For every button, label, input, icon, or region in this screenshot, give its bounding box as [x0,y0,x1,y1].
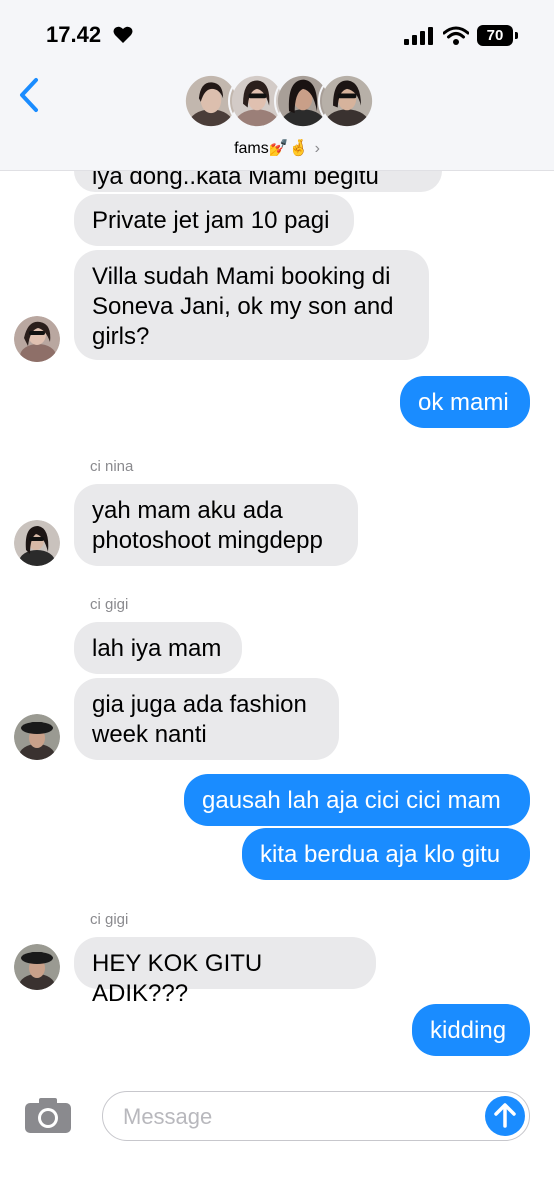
message-text: Villa sudah Mami booking di Soneva Jani,… [92,263,394,350]
message-input[interactable]: Message [102,1091,530,1141]
sender-name: ci gigi [90,596,129,613]
message-bubble-incoming: Private jet jam 10 pagi [74,194,354,246]
message-bubble-outgoing: gausah lah aja cici cici mam [184,774,530,826]
cellular-signal-icon [404,27,433,45]
camera-icon[interactable] [24,1096,72,1134]
message-bubble-outgoing: ok mami [400,376,530,428]
message-text: yah mam aku ada photoshoot mingdepp [92,497,323,554]
avatar-ci-gigi [14,944,60,990]
message-text: kita berdua aja klo gitu [260,841,501,868]
battery-cap [515,32,518,39]
message-text: kidding [430,1017,507,1044]
message-text: Private jet jam 10 pagi [92,207,330,234]
message-placeholder: Message [123,1104,213,1129]
sender-name: ci gigi [90,911,129,928]
message-bubble-outgoing: kita berdua aja klo gitu [242,828,530,880]
group-avatar-ci-gigi [318,72,376,130]
message-bubble-incoming: lah iya mam [74,622,242,674]
avatar-mami [14,316,60,362]
avatar-ci-nina [14,520,60,566]
message-bubble-incoming: gia juga ada fashion week nanti [74,678,339,760]
send-arrow-icon[interactable] [485,1096,525,1136]
group-name: fams💅🤞 [234,140,309,157]
status-time: 17.42 [46,22,102,47]
message-text: ok mami [418,389,509,416]
sender-name: ci nina [90,458,134,475]
back-chevron-icon[interactable] [16,76,42,116]
message-text: lah iya mam [92,635,222,662]
group-avatars[interactable] [182,72,376,130]
group-title[interactable]: fams💅🤞 › [0,138,554,158]
message-bubble-incoming: Villa sudah Mami booking di Soneva Jani,… [74,250,429,360]
status-bar: 17.42 70 [0,0,554,70]
avatar-ci-gigi [14,714,60,760]
wifi-icon [443,26,469,45]
heart-icon [113,26,133,43]
message-bubble-incoming: HEY KOK GITU ADIK??? [74,937,376,1007]
message-text: gia juga ada fashion week nanti [92,691,307,748]
message-bubble-incoming: yah mam aku ada photoshoot mingdepp [74,484,358,566]
message-bubble-outgoing: kidding [412,1004,530,1056]
battery-indicator: 70 [477,25,513,46]
message-text: gausah lah aja cici cici mam [202,787,501,814]
chevron-right-icon: › [314,140,320,157]
message-text: HEY KOK GITU ADIK??? [92,950,263,1007]
